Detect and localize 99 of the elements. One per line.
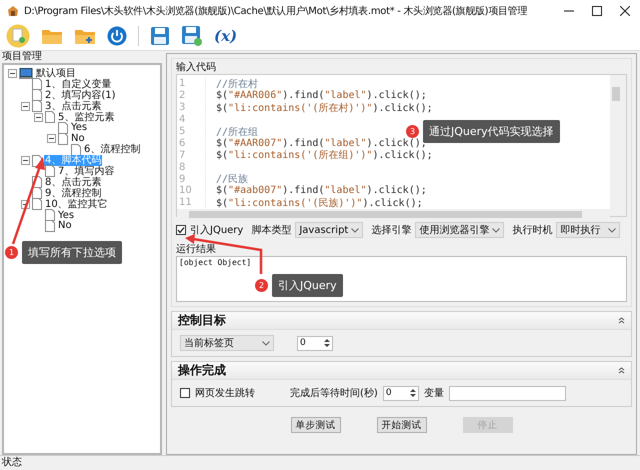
collapse-toggle-icon[interactable]	[21, 156, 30, 166]
line-number: 6	[177, 138, 206, 149]
section-title: 控制目标	[178, 312, 226, 329]
chevron-down-icon	[492, 228, 500, 232]
line-number: 9	[177, 174, 206, 185]
field-label: 变量	[424, 386, 444, 400]
page-icon	[45, 209, 55, 222]
group-label: 输入代码	[176, 61, 217, 74]
code-line: $("li:contains('(民族)')").click();	[216, 196, 423, 210]
collapse-icon[interactable]	[618, 317, 625, 324]
new-document-icon[interactable]	[6, 24, 30, 48]
page-icon	[32, 78, 42, 90]
field-label: 执行时机	[512, 224, 552, 237]
line-number: 7	[177, 150, 206, 161]
page-icon	[32, 198, 42, 210]
engine-dropdown[interactable]: 使用浏览器引擎	[415, 222, 504, 238]
tree-item[interactable]: 9、流程控制	[44, 188, 102, 199]
page-icon	[71, 144, 81, 156]
collapse-toggle-icon[interactable]	[8, 68, 17, 78]
field-label: 脚本类型	[251, 224, 292, 237]
tree-item[interactable]: 3、点击元素	[44, 100, 102, 112]
code-line: $("#AAR006").find("label").click();	[216, 90, 427, 102]
tree-item[interactable]: 6、流程控制	[83, 144, 142, 156]
line-number: 11	[177, 197, 206, 208]
code-line: //所在组	[216, 126, 258, 138]
line-number: 5	[177, 126, 206, 137]
checkbox-label: 网页发生跳转	[195, 386, 255, 400]
line-number: 3	[177, 102, 206, 114]
line-number: 8	[177, 162, 206, 173]
maximize-icon[interactable]	[592, 6, 602, 16]
page-icon	[58, 132, 68, 145]
callout-tooltip: 通过JQuery代码实现选择	[423, 120, 560, 143]
page-icon	[45, 111, 55, 124]
status-text: 状态	[2, 457, 22, 468]
spin-arrows-icon[interactable]	[324, 338, 330, 348]
action-button[interactable]: 单步测试	[290, 417, 340, 433]
code-line: $("#aab007").find("label").click();	[216, 185, 427, 196]
power-icon[interactable]	[107, 26, 127, 46]
chevron-down-icon	[608, 228, 616, 232]
field-label: 选择引擎	[371, 224, 412, 237]
field-label: 完成后等待时间(秒)	[290, 386, 378, 400]
tree-item[interactable]: 8、点击元素	[44, 176, 102, 188]
folder-add-icon[interactable]	[74, 27, 96, 45]
page-icon	[45, 220, 55, 232]
line-number: 4	[177, 114, 206, 126]
page-icon	[58, 122, 68, 134]
index-spinner[interactable]: 0	[297, 336, 333, 350]
action-button[interactable]: 开始测试	[376, 417, 426, 433]
panel-title: 项目管理	[2, 51, 43, 63]
line-number: 10	[177, 185, 206, 196]
code-line: //民族	[216, 172, 248, 186]
save-icon[interactable]	[150, 26, 170, 46]
tree-item[interactable]: No	[57, 220, 73, 232]
save-as-icon[interactable]	[181, 25, 203, 47]
window-title: D:\Program Files\木头软件\木头浏览器(旗舰版)\Cache\默认用户\Mot\乡村填表.mot* - 木头浏览器(旗舰版)项目管理	[24, 4, 528, 18]
tree-item[interactable]: 10、监控其它	[44, 198, 109, 210]
callout-tooltip: 引入JQuery	[272, 274, 343, 297]
code-editor[interactable]	[176, 74, 627, 217]
collapse-toggle-icon[interactable]	[34, 112, 43, 122]
chevron-down-icon	[262, 340, 270, 346]
vertical-scrollbar[interactable]	[610, 75, 626, 216]
callout-tooltip: 填写所有下拉选项	[22, 241, 122, 264]
close-icon[interactable]	[620, 6, 630, 16]
collapse-toggle-icon[interactable]	[47, 134, 56, 144]
section-title: 操作完成	[178, 362, 226, 379]
wait-spinner[interactable]: 0	[382, 386, 419, 400]
tree-item[interactable]: 1、自定义变量	[44, 78, 112, 90]
code-line: $("li:contains('(所在组)')").click();	[216, 148, 433, 162]
tree-item[interactable]: 7、填写内容	[57, 166, 116, 177]
horizontal-scrollbar[interactable]	[177, 208, 610, 220]
page-icon	[32, 89, 42, 102]
page-icon	[32, 100, 42, 112]
page-icon	[45, 165, 55, 178]
tree-item[interactable]: 2、填写内容(1)	[44, 90, 117, 101]
jquery-checkbox[interactable]	[176, 225, 186, 235]
code-line: //所在村	[216, 78, 258, 90]
collapse-toggle-icon[interactable]	[21, 102, 30, 111]
tree-item[interactable]: Yes	[57, 210, 76, 221]
app-icon	[6, 4, 20, 18]
line-number: 2	[177, 90, 206, 102]
script-type-dropdown[interactable]: Javascript	[295, 222, 364, 238]
target-dropdown[interactable]: 当前标签页	[180, 335, 274, 351]
timing-dropdown[interactable]: 即时执行	[556, 222, 620, 238]
tree-item[interactable]: 5、监控元素	[57, 112, 116, 123]
collapse-icon[interactable]	[618, 367, 625, 374]
chevron-down-icon	[351, 228, 360, 232]
tree-item[interactable]: No	[70, 133, 86, 144]
tree-item[interactable]: 默认项目	[35, 68, 77, 79]
tree-item[interactable]: Yes	[70, 122, 88, 134]
computer-icon	[19, 68, 33, 79]
code-line: $("li:contains('(所在村)')").click();	[216, 102, 433, 115]
checkbox-label: 引入JQuery	[190, 224, 244, 237]
line-number: 1	[177, 78, 206, 90]
spin-arrows-icon[interactable]	[410, 388, 416, 398]
page-icon	[32, 187, 42, 200]
variable-input[interactable]	[448, 386, 566, 400]
redirect-checkbox[interactable]	[180, 388, 190, 398]
group-label: 运行结果	[176, 243, 217, 256]
variable-button[interactable]: (x)	[214, 27, 238, 45]
